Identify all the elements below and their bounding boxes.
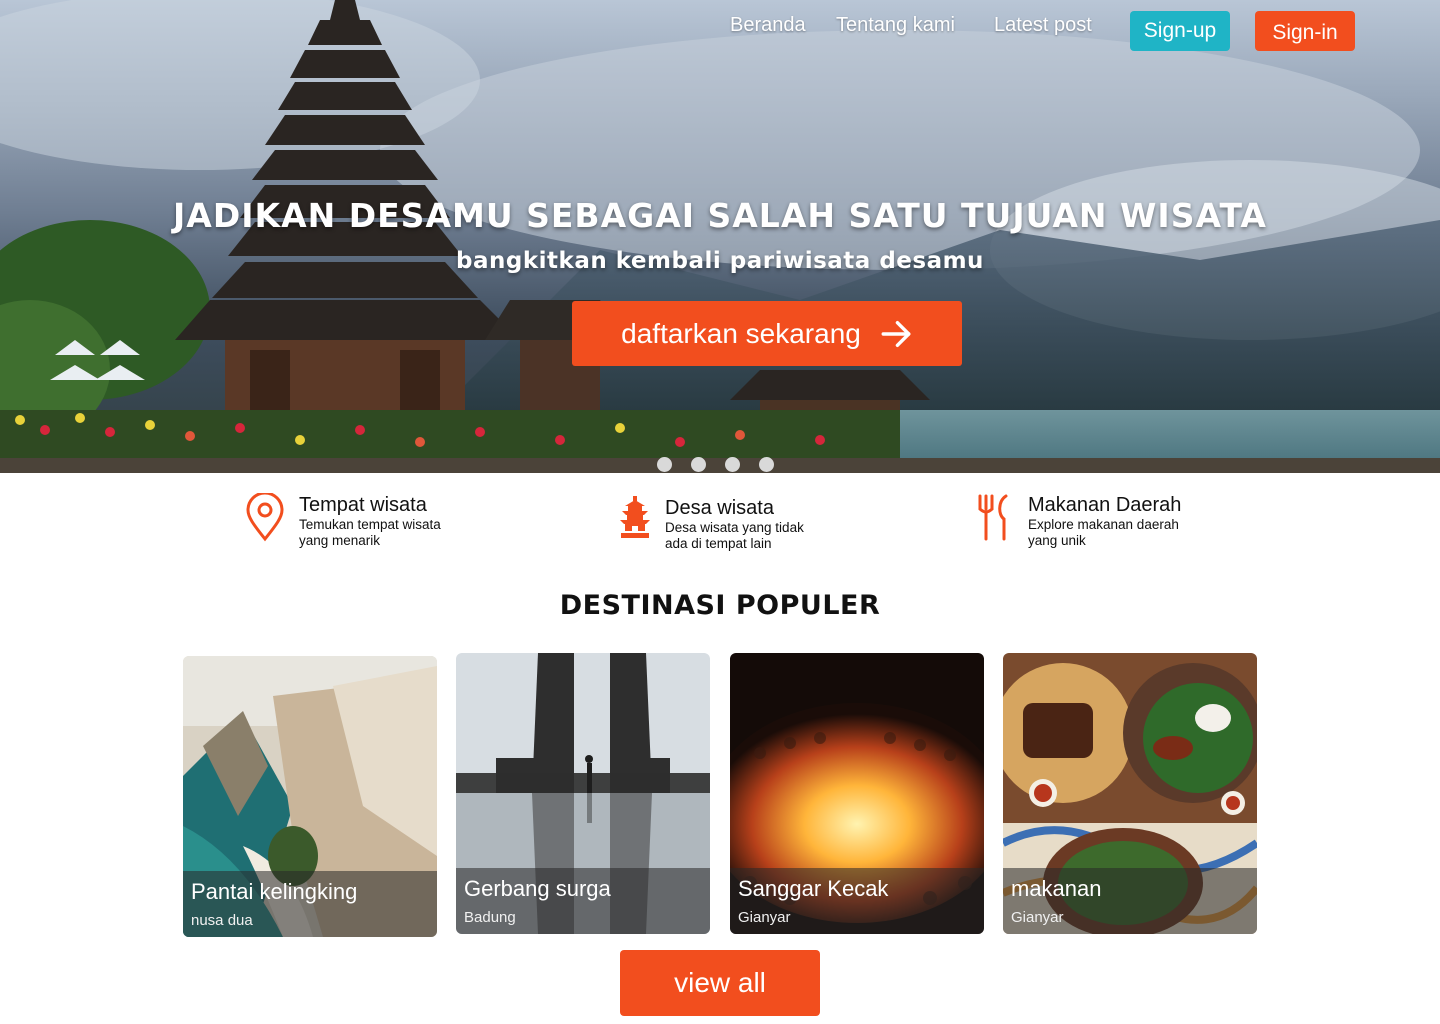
pagoda-icon — [620, 496, 650, 538]
hero-temple-image — [0, 0, 1440, 460]
feature-title: Makanan Daerah — [1028, 494, 1182, 516]
destination-card-makanan[interactable]: makanan Gianyar — [1003, 653, 1257, 934]
register-now-button[interactable]: daftarkan sekarang — [572, 301, 962, 366]
carousel-dot-2[interactable] — [691, 457, 706, 472]
fork-knife-icon — [978, 494, 1008, 541]
feature-desc: Temukan tempat wisata yang menarik — [299, 517, 441, 548]
card-subtitle: nusa dua — [191, 912, 253, 929]
feature-desc: Desa wisata yang tidak ada di tempat lai… — [665, 520, 804, 551]
card-title: makanan — [1011, 876, 1102, 901]
carousel-dots — [657, 457, 774, 472]
feature-title: Tempat wisata — [299, 494, 427, 516]
feature-tempat-wisata: Tempat wisata Temukan tempat wisata yang… — [245, 493, 464, 549]
destination-card-sanggar-kecak[interactable]: Sanggar Kecak Gianyar — [730, 653, 984, 934]
signup-button[interactable]: Sign-up — [1130, 11, 1230, 51]
card-subtitle: Gianyar — [738, 909, 791, 926]
feature-title: Desa wisata — [665, 497, 774, 519]
feature-makanan-daerah: Makanan Daerah Explore makanan daerah ya… — [976, 493, 1193, 549]
nav-link-beranda[interactable]: Beranda — [730, 14, 806, 37]
location-pin-icon — [246, 493, 284, 542]
carousel-dot-1[interactable] — [657, 457, 672, 472]
card-title: Gerbang surga — [464, 876, 611, 901]
section-title-popular: DESTINASI POPULER — [559, 590, 881, 621]
carousel-dot-3[interactable] — [725, 457, 740, 472]
carousel-dot-4[interactable] — [759, 457, 774, 472]
arrow-right-icon — [881, 320, 911, 347]
destination-card-gerbang-surga[interactable]: Gerbang surga Badung — [456, 653, 710, 934]
register-now-label: daftarkan sekarang — [621, 317, 861, 349]
card-title: Sanggar Kecak — [738, 876, 889, 901]
signin-button[interactable]: Sign-in — [1255, 11, 1355, 51]
hero-banner: Beranda Tentang kami Latest post Sign-up… — [0, 0, 1440, 473]
card-title: Pantai kelingking — [191, 879, 358, 904]
destination-card-pantai-kelingking[interactable]: Pantai kelingking nusa dua — [183, 656, 437, 937]
view-all-button[interactable]: view all — [620, 950, 820, 1016]
hero-subtitle: bangkitkan kembali pariwisata desamu — [456, 248, 984, 274]
feature-desc: Explore makanan daerah yang unik — [1028, 517, 1179, 548]
nav-link-tentang-kami[interactable]: Tentang kami — [836, 14, 955, 37]
nav-link-latest-post[interactable]: Latest post — [994, 14, 1092, 37]
card-subtitle: Badung — [464, 909, 516, 926]
feature-desa-wisata: Desa wisata Desa wisata yang tidak ada d… — [619, 496, 830, 552]
hero-title: JADIKAN DESAMU SEBAGAI SALAH SATU TUJUAN… — [173, 196, 1267, 235]
card-subtitle: Gianyar — [1011, 909, 1064, 926]
